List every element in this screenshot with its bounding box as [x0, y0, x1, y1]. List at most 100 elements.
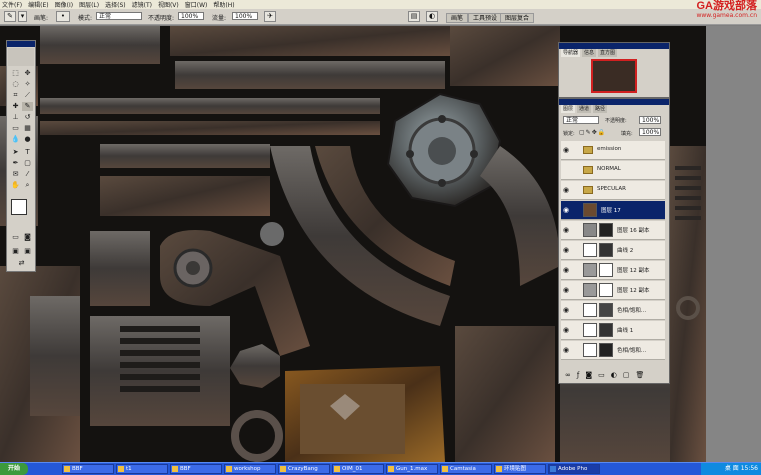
menu-edit[interactable]: 编辑(E) [28, 0, 48, 9]
visibility-eye-icon[interactable]: ◉ [563, 226, 571, 234]
tab-tool-presets[interactable]: 工具预设 [468, 13, 503, 23]
layer-row[interactable]: ◉ emission [561, 141, 665, 160]
visibility-eye-icon[interactable]: ◉ [563, 326, 571, 334]
history-brush-tool-icon[interactable]: ↺ [22, 113, 33, 122]
taskbar-item[interactable]: CrazyBang [278, 464, 330, 474]
menu-file[interactable]: 文件(F) [2, 0, 22, 9]
magic-wand-tool-icon[interactable]: ✧ [22, 80, 33, 89]
tab-paths[interactable]: 路径 [593, 105, 608, 113]
taskbar-item[interactable]: Camtasia [440, 464, 492, 474]
foreground-color-swatch[interactable] [11, 199, 27, 215]
desktop-label[interactable]: 桌 面 [725, 465, 739, 472]
file-browser-icon[interactable]: ▤ [408, 11, 420, 22]
taskbar-item[interactable]: t1 [116, 464, 168, 474]
zoom-tool-icon[interactable]: ⌕ [22, 181, 33, 190]
healing-brush-tool-icon[interactable]: ✚ [10, 102, 21, 111]
tab-info[interactable]: 信息 [582, 49, 597, 57]
tab-layer-comps[interactable]: 图层复合 [500, 13, 535, 23]
blend-mode-select[interactable]: 正常 [563, 116, 599, 124]
new-layer-icon[interactable]: ▢ [623, 371, 630, 379]
mode-select[interactable]: 正常 [96, 12, 142, 20]
tab-histogram[interactable]: 直方图 [598, 49, 618, 57]
screen-mode-full-icon[interactable]: ▣ [22, 247, 33, 256]
tab-brushes[interactable]: 画笔 [446, 13, 469, 23]
tab-navigator[interactable]: 导航器 [561, 49, 581, 57]
brush-tool-icon[interactable]: ✎ [4, 11, 16, 22]
layer-row-selected[interactable]: ◉ 图层 17 [561, 201, 665, 220]
brush-tool-icon-active[interactable]: ✎ [22, 102, 33, 111]
taskbar-item[interactable]: Gun_1.max [386, 464, 438, 474]
marquee-tool-icon[interactable]: ⬚ [10, 69, 21, 78]
clone-stamp-tool-icon[interactable]: ⊥ [10, 113, 21, 122]
delete-layer-icon[interactable]: 🗑 [635, 371, 644, 379]
visibility-eye-icon[interactable]: ◉ [563, 306, 571, 314]
taskbar-item[interactable]: 环境贴图 [494, 464, 546, 474]
lock-icons[interactable]: ▢✎✥🔒 [579, 129, 606, 136]
taskbar-item[interactable]: BBF [170, 464, 222, 474]
taskbar-item[interactable]: OIM_01 [332, 464, 384, 474]
slice-tool-icon[interactable]: ⟋ [22, 91, 33, 100]
shape-tool-icon[interactable]: ▢ [22, 159, 33, 168]
new-adjustment-icon[interactable]: ◐ [611, 371, 617, 379]
taskbar-item[interactable]: BBF [62, 464, 114, 474]
blur-tool-icon[interactable]: 💧 [10, 135, 21, 144]
lasso-tool-icon[interactable]: ◌ [10, 80, 21, 89]
opacity-field[interactable]: 100% [178, 12, 204, 20]
palette-well-icon[interactable]: ◐ [426, 11, 438, 22]
menu-window[interactable]: 窗口(W) [185, 0, 208, 9]
hand-tool-icon[interactable]: ✋ [10, 181, 21, 190]
new-group-icon[interactable]: ▭ [598, 371, 605, 379]
airbrush-icon[interactable]: ✈ [264, 11, 276, 22]
visibility-eye-icon[interactable] [563, 166, 571, 174]
menu-layer[interactable]: 图层(L) [79, 0, 99, 9]
layer-row[interactable]: ◉ 曲线 1 [561, 321, 665, 340]
visibility-eye-icon[interactable]: ◉ [563, 266, 571, 274]
link-layers-icon[interactable]: ∞ [565, 371, 571, 379]
layer-row[interactable]: ◉ 图层 12 副本 [561, 281, 665, 300]
add-mask-icon[interactable]: ◙ [585, 371, 592, 379]
toolbox-title-bar[interactable] [7, 41, 35, 47]
fill-field[interactable]: 100% [639, 128, 661, 136]
taskbar-item-active[interactable]: Adobe Pho [548, 464, 600, 474]
jump-to-imageready-icon[interactable]: ⇄ [16, 259, 27, 268]
visibility-eye-icon[interactable]: ◉ [563, 346, 571, 354]
layer-row[interactable]: ◉ 色相/饱和... [561, 341, 665, 360]
menu-select[interactable]: 选择(S) [105, 0, 126, 9]
pen-tool-icon[interactable]: ✒ [10, 159, 21, 168]
type-tool-icon[interactable]: T [22, 148, 33, 157]
layer-row[interactable]: ◉ SPECULAR [561, 181, 665, 200]
brush-preview[interactable]: • [56, 11, 70, 22]
tab-layers[interactable]: 图层 [561, 105, 576, 113]
layer-row[interactable]: NORMAL [561, 161, 665, 180]
layer-row[interactable]: ◉ 色相/饱和... [561, 301, 665, 320]
menu-help[interactable]: 帮助(H) [213, 0, 234, 9]
path-select-tool-icon[interactable]: ➤ [10, 148, 21, 157]
start-button[interactable]: 开始 [0, 463, 28, 475]
menu-filter[interactable]: 滤镜(T) [132, 0, 152, 9]
toolbox-logo[interactable] [8, 48, 34, 66]
visibility-eye-icon[interactable]: ◉ [563, 246, 571, 254]
layer-row[interactable]: ◉ 图层 12 副本 [561, 261, 665, 280]
navigator-preview-thumbnail[interactable] [591, 59, 637, 93]
tool-preset-dropdown[interactable]: ▾ [18, 11, 27, 22]
visibility-eye-icon[interactable]: ◉ [563, 146, 571, 154]
quick-mask-icon[interactable]: ◙ [22, 233, 33, 242]
taskbar-item[interactable]: workshop [224, 464, 276, 474]
standard-mode-icon[interactable]: ▭ [10, 233, 21, 242]
visibility-eye-icon[interactable]: ◉ [563, 206, 571, 214]
eyedropper-tool-icon[interactable]: ⁄ [22, 170, 33, 179]
notes-tool-icon[interactable]: ✉ [10, 170, 21, 179]
flow-field[interactable]: 100% [232, 12, 258, 20]
tab-channels[interactable]: 通道 [577, 105, 592, 113]
crop-tool-icon[interactable]: ⌗ [10, 91, 21, 100]
layer-opacity-field[interactable]: 100% [639, 116, 661, 124]
screen-mode-standard-icon[interactable]: ▣ [10, 247, 21, 256]
menu-view[interactable]: 视图(V) [158, 0, 179, 9]
dodge-tool-icon[interactable]: ● [22, 135, 33, 144]
layer-row[interactable]: ◉ 图层 16 副本 [561, 221, 665, 240]
layer-row[interactable]: ◉ 曲线 2 [561, 241, 665, 260]
visibility-eye-icon[interactable]: ◉ [563, 186, 571, 194]
gradient-tool-icon[interactable]: ▦ [22, 124, 33, 133]
eraser-tool-icon[interactable]: ▭ [10, 124, 21, 133]
visibility-eye-icon[interactable]: ◉ [563, 286, 571, 294]
